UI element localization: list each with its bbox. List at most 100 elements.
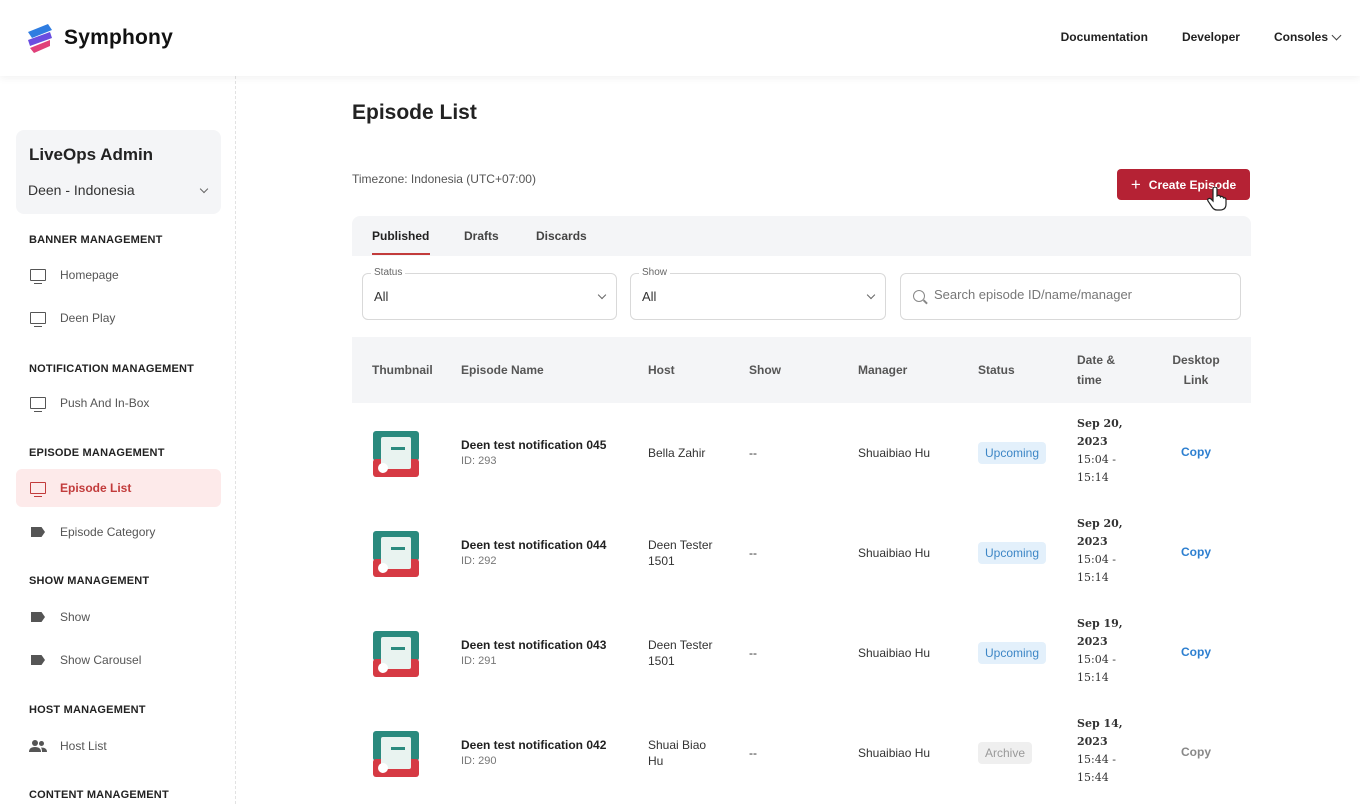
sidebar-item-push-and-in-box[interactable]: Push And In-Box [16, 384, 221, 422]
time-end: 15:14 [1077, 471, 1109, 484]
sidebar-item-show-carousel[interactable]: Show Carousel [16, 641, 221, 679]
chevron-down-icon [597, 290, 607, 300]
table-row[interactable]: Deen test notification 045 ID: 293 Bella… [352, 403, 1251, 503]
search-input[interactable] [934, 287, 1224, 302]
monitor-icon [30, 312, 46, 327]
org-selector[interactable]: LiveOps Admin Deen - Indonesia [16, 130, 221, 214]
episode-name[interactable]: Deen test notification 042 [461, 738, 606, 752]
table-row[interactable]: Deen test notification 043 ID: 291 Deen … [352, 603, 1251, 703]
search-icon [913, 290, 925, 302]
column-header: Show [749, 363, 781, 377]
copy-link-button[interactable]: Copy [1181, 645, 1211, 659]
consoles-menu[interactable]: Consoles [1273, 30, 1342, 44]
time-start: 15:04 - [1077, 653, 1116, 666]
status-badge: Archive [978, 742, 1033, 764]
date-value: Sep 14, [1077, 717, 1123, 730]
tab-published[interactable]: Published [372, 229, 429, 243]
sidebar-item-label: Show [60, 610, 91, 624]
show-cell: -- [749, 446, 757, 460]
column-header: Episode Name [461, 363, 544, 377]
section-show-management: SHOW MANAGEMENT [29, 575, 150, 587]
tag-icon [31, 655, 45, 665]
top-nav-links: Documentation Developer Consoles [1061, 30, 1342, 44]
sidebar-item-label: Homepage [60, 268, 119, 282]
sidebar-item-episode-category[interactable]: Episode Category [16, 513, 221, 551]
monitor-icon [30, 397, 46, 412]
plus-icon: + [1130, 175, 1141, 194]
show-cell: -- [749, 746, 757, 760]
table-row[interactable]: Deen test notification 042 ID: 290 Shuai… [352, 703, 1251, 803]
column-header: Date & time [1077, 353, 1116, 387]
tab-drafts[interactable]: Drafts [464, 229, 499, 243]
episode-id: ID: 291 [461, 655, 497, 667]
date-value: Sep 20, [1077, 417, 1123, 430]
chevron-down-icon [1331, 30, 1342, 40]
host-cell: Bella Zahir [648, 446, 706, 460]
sidebar-item-homepage[interactable]: Homepage [16, 256, 221, 294]
sidebar-item-show[interactable]: Show [16, 598, 221, 636]
year-value: 2023 [1077, 435, 1108, 448]
tag-icon [31, 612, 45, 622]
create-episode-button[interactable]: + Create Episode [1117, 169, 1250, 200]
episode-thumbnail [371, 529, 421, 579]
time-start: 15:44 - [1077, 753, 1116, 766]
year-value: 2023 [1077, 735, 1108, 748]
column-header: Thumbnail [372, 363, 433, 377]
tab-discards[interactable]: Discards [536, 229, 587, 243]
show-filter-value: All [642, 289, 657, 304]
episode-thumbnail [371, 729, 421, 779]
top-navbar: Symphony Documentation Developer Console… [0, 0, 1360, 76]
episode-table-card: Published Drafts Discards Status All Sho… [352, 216, 1251, 804]
sidebar-item-label: Push And In-Box [60, 396, 150, 410]
documentation-link[interactable]: Documentation [1061, 30, 1148, 44]
date-value: Sep 20, [1077, 517, 1123, 530]
brand-name: Symphony [64, 26, 173, 49]
date-time-cell: Sep 20, 2023 15:04 - 15:14 [1077, 415, 1137, 487]
table-row[interactable]: Deen test notification 044 ID: 292 Deen … [352, 503, 1251, 603]
org-title: LiveOps Admin [29, 145, 154, 164]
episode-name[interactable]: Deen test notification 044 [461, 538, 606, 552]
users-icon [29, 740, 47, 752]
date-time-cell: Sep 14, 2023 15:44 - 15:44 [1077, 715, 1137, 787]
show-cell: -- [749, 646, 757, 660]
episode-id: ID: 292 [461, 555, 497, 567]
copy-link-button[interactable]: Copy [1181, 445, 1211, 459]
sidebar-item-label: Show Carousel [60, 653, 142, 667]
column-header: Manager [858, 363, 908, 377]
date-time-cell: Sep 20, 2023 15:04 - 15:14 [1077, 515, 1137, 587]
copy-link-button[interactable]: Copy [1181, 545, 1211, 559]
page-title: Episode List [352, 101, 477, 124]
org-select-value: Deen - Indonesia [28, 182, 135, 198]
section-notification-management: NOTIFICATION MANAGEMENT [29, 363, 195, 375]
developer-link[interactable]: Developer [1182, 30, 1240, 44]
column-header: Host [648, 363, 675, 377]
host-cell: Deen Tester 1501 [648, 638, 713, 668]
consoles-label: Consoles [1273, 30, 1328, 44]
manager-cell: Shuaibiao Hu [858, 646, 931, 660]
manager-cell: Shuaibiao Hu [858, 446, 931, 460]
show-cell: -- [749, 546, 757, 560]
sidebar-item-host-list[interactable]: Host List [16, 727, 221, 765]
episode-name[interactable]: Deen test notification 045 [461, 438, 606, 452]
time-start: 15:04 - [1077, 553, 1116, 566]
copy-link-button[interactable]: Copy [1181, 745, 1211, 759]
sidebar-item-deen-play[interactable]: Deen Play [16, 299, 221, 337]
show-filter[interactable]: Show All [630, 267, 886, 320]
episode-thumbnail [371, 629, 421, 679]
sidebar-item-episode-list[interactable]: Episode List [16, 469, 221, 507]
status-filter[interactable]: Status All [362, 267, 617, 320]
episode-name[interactable]: Deen test notification 043 [461, 638, 606, 652]
timezone-label: Timezone: Indonesia (UTC+07:00) [352, 172, 536, 186]
status-filter-value: All [374, 289, 389, 304]
status-badge: Upcoming [978, 542, 1047, 564]
brand[interactable]: Symphony [26, 22, 173, 54]
search-field[interactable] [900, 273, 1241, 320]
table-header: Thumbnail Episode Name Host Show Manager… [352, 337, 1251, 403]
column-header: Desktop Link [1172, 353, 1220, 387]
episode-thumbnail [371, 429, 421, 479]
host-cell: Deen Tester 1501 [648, 538, 713, 568]
active-tab-indicator [372, 253, 430, 255]
date-time-cell: Sep 19, 2023 15:04 - 15:14 [1077, 615, 1137, 687]
status-filter-label: Status [371, 267, 406, 278]
episode-id: ID: 290 [461, 755, 497, 767]
